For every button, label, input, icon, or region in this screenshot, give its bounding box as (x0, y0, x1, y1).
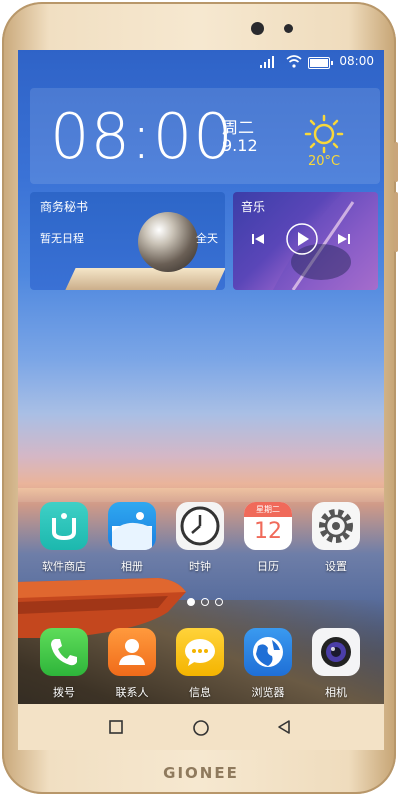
home-icon[interactable] (192, 719, 210, 737)
app-store-shortcut[interactable]: 软件商店 (31, 502, 97, 574)
front-camera (251, 22, 264, 35)
widget-date: 9.12 (222, 136, 258, 155)
clock-shortcut[interactable]: 时钟 (167, 502, 233, 574)
signal-icon (260, 56, 274, 68)
calendar-icon: 星期二 12 (244, 502, 292, 550)
sensor (284, 24, 293, 33)
app-label: 设置 (325, 560, 347, 573)
navigation-bar (18, 704, 384, 750)
app-label: 联系人 (115, 686, 149, 699)
widget-time: 08:00 (50, 100, 234, 173)
camera-shortcut[interactable]: 相机 (303, 628, 369, 700)
status-bar: 08:00 (18, 50, 384, 74)
phone-icon (40, 628, 88, 676)
page-dot[interactable] (201, 598, 209, 606)
page-indicator[interactable] (184, 591, 226, 610)
previous-icon[interactable] (251, 232, 265, 246)
sun-icon (304, 114, 344, 154)
app-label: 相机 (325, 686, 347, 699)
app-store-icon (40, 502, 88, 550)
music-title: 音乐 (241, 200, 266, 214)
messages-shortcut[interactable]: 信息 (167, 628, 233, 700)
recents-icon[interactable] (108, 719, 124, 735)
app-label: 软件商店 (42, 560, 86, 573)
browser-icon (244, 628, 292, 676)
volume-button (394, 142, 398, 182)
app-label: 时钟 (189, 560, 211, 573)
back-icon[interactable] (276, 719, 292, 735)
next-icon[interactable] (337, 232, 351, 246)
side-button (394, 192, 398, 252)
widget-weekday: 周二 (222, 118, 255, 137)
memo-all-day: 全天 (196, 232, 218, 245)
memo-subtitle: 暂无日程 (40, 232, 84, 245)
browser-shortcut[interactable]: 浏览器 (235, 628, 301, 700)
calendar-shortcut[interactable]: 星期二 12 日历 (235, 502, 301, 574)
wifi-icon (286, 55, 302, 68)
page-dot-active[interactable] (187, 598, 195, 606)
app-label: 拨号 (53, 686, 75, 699)
settings-icon (312, 502, 360, 550)
wallpaper-horizon (18, 488, 384, 502)
page-dot[interactable] (215, 598, 223, 606)
app-label: 日历 (257, 560, 279, 573)
status-time: 08:00 (339, 54, 374, 68)
messages-icon (176, 628, 224, 676)
business-secretary-widget[interactable]: 商务秘书 暂无日程 全天 (30, 192, 225, 290)
gallery-shortcut[interactable]: 相册 (99, 502, 165, 574)
widget-temperature: 20°C (307, 154, 341, 169)
phone-shortcut[interactable]: 拨号 (31, 628, 97, 700)
brand-logo: GIONEE (163, 764, 239, 782)
memo-title: 商务秘书 (40, 200, 89, 214)
play-icon[interactable] (285, 222, 319, 256)
contacts-shortcut[interactable]: 联系人 (99, 628, 165, 700)
settings-shortcut[interactable]: 设置 (303, 502, 369, 574)
app-label: 信息 (189, 686, 211, 699)
book-image (64, 268, 225, 290)
clock-icon (176, 502, 224, 550)
battery-icon (308, 57, 333, 69)
clock-weather-widget[interactable]: 08:00 周二 9.12 20°C (30, 88, 380, 184)
home-screen: 08:00 08:00 周二 9.12 20°C 商务秘书 暂无日程 全天 音乐… (18, 50, 384, 750)
globe-image (138, 212, 198, 272)
gallery-icon (108, 502, 156, 550)
calendar-day: 12 (254, 519, 282, 544)
calendar-weekday: 星期二 (244, 502, 292, 517)
music-widget[interactable]: 音乐 (233, 192, 378, 290)
camera-icon (312, 628, 360, 676)
app-label: 浏览器 (251, 686, 285, 699)
phone-frame: 08:00 08:00 周二 9.12 20°C 商务秘书 暂无日程 全天 音乐… (2, 2, 398, 794)
contacts-icon (108, 628, 156, 676)
app-label: 相册 (121, 560, 143, 573)
